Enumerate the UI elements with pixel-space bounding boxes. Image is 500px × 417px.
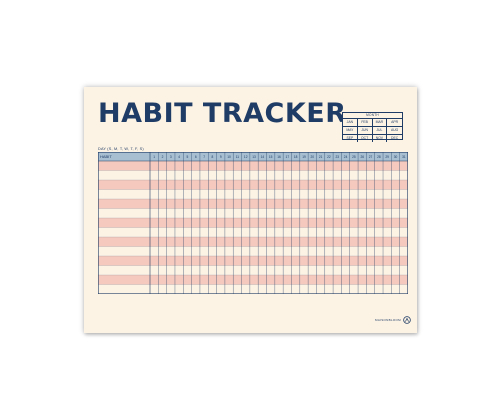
month-cell-aug[interactable]: AUG [387,127,402,135]
month-cell-nov[interactable]: NOV [373,135,388,142]
day-header-27: 27 [369,155,373,159]
day-header-16: 16 [277,155,281,159]
day-header-20: 20 [311,155,315,159]
habit-row-3[interactable] [98,180,408,190]
day-header-21: 21 [319,155,323,159]
day-header-13: 13 [252,155,256,159]
day-header-31: 31 [402,155,406,159]
habit-row-7[interactable] [98,218,408,228]
month-cell-sep[interactable]: SEP [343,135,358,142]
day-header-8: 8 [212,155,214,159]
month-cell-apr[interactable]: APR [387,119,402,127]
habit-row-1[interactable] [98,161,408,171]
day-header-17: 17 [286,155,290,159]
month-cell-may[interactable]: MAY [343,127,358,135]
day-header-9: 9 [220,155,222,159]
day-header-7: 7 [203,155,205,159]
habit-row-2[interactable] [98,170,408,181]
day-header-2: 2 [162,155,164,159]
day-header-15: 15 [269,155,273,159]
day-header-19: 19 [302,155,306,159]
habit-row-14[interactable] [98,284,408,295]
day-header-25: 25 [352,155,356,159]
day-header-30: 30 [394,155,398,159]
habit-row-5[interactable] [98,199,408,209]
month-cell-jan[interactable]: JAN [343,119,358,127]
page-title: HABIT TRACKER [98,98,347,129]
habit-row-11[interactable] [98,256,408,266]
day-header-28: 28 [377,155,381,159]
month-grid: JAN FEB MAR APR MAY JUN JUL AUG SEP OCT NOV DEC [343,119,402,142]
day-header-26: 26 [360,155,364,159]
habit-row-6[interactable] [98,208,408,219]
day-header-6: 6 [195,155,197,159]
month-cell-jun[interactable]: JUN [357,127,373,135]
day-header-29: 29 [385,155,389,159]
day-header-24: 24 [344,155,348,159]
day-header-12: 12 [244,155,248,159]
day-header-5: 5 [187,155,189,159]
habit-row-9[interactable] [98,237,408,247]
habit-column-header: HABIT [100,154,112,159]
circle-logo-icon [403,316,411,324]
day-header-1: 1 [153,155,155,159]
day-header-22: 22 [327,155,331,159]
day-header-3: 3 [170,155,172,159]
day-header-23: 23 [335,155,339,159]
month-selector-box: MONTH JAN FEB MAR APR MAY JUN JUL AUG SEP OCT NOV D… [342,112,403,142]
habit-row-12[interactable] [98,265,408,276]
month-cell-dec[interactable]: DEC [387,135,402,142]
day-header-10: 10 [227,155,231,159]
month-cell-mar[interactable]: MAR [372,119,388,127]
habit-row-13[interactable] [98,275,408,285]
habit-row-8[interactable] [98,227,408,238]
month-cell-jul[interactable]: JUL [372,127,388,135]
day-header-18: 18 [294,155,298,159]
brand-text: MAISONBLOOM [375,318,401,322]
day-header-4: 4 [178,155,180,159]
brand-logo: MAISONBLOOM [375,316,411,324]
day-header-11: 11 [236,155,240,159]
day-header-14: 14 [261,155,265,159]
habit-row-4[interactable] [98,189,408,200]
month-cell-oct[interactable]: OCT [358,135,373,142]
month-cell-feb[interactable]: FEB [357,119,373,127]
habit-tracker-sheet: HABIT TRACKER MONTH JAN FEB MAR APR MAY JUN JU… [84,87,417,333]
habit-grid: HABIT 1 2 3 4 5 6 7 8 9 10 11 12 13 14 15 16 17 18 19 20 21 22… [98,152,408,294]
habit-row-10[interactable] [98,246,408,257]
